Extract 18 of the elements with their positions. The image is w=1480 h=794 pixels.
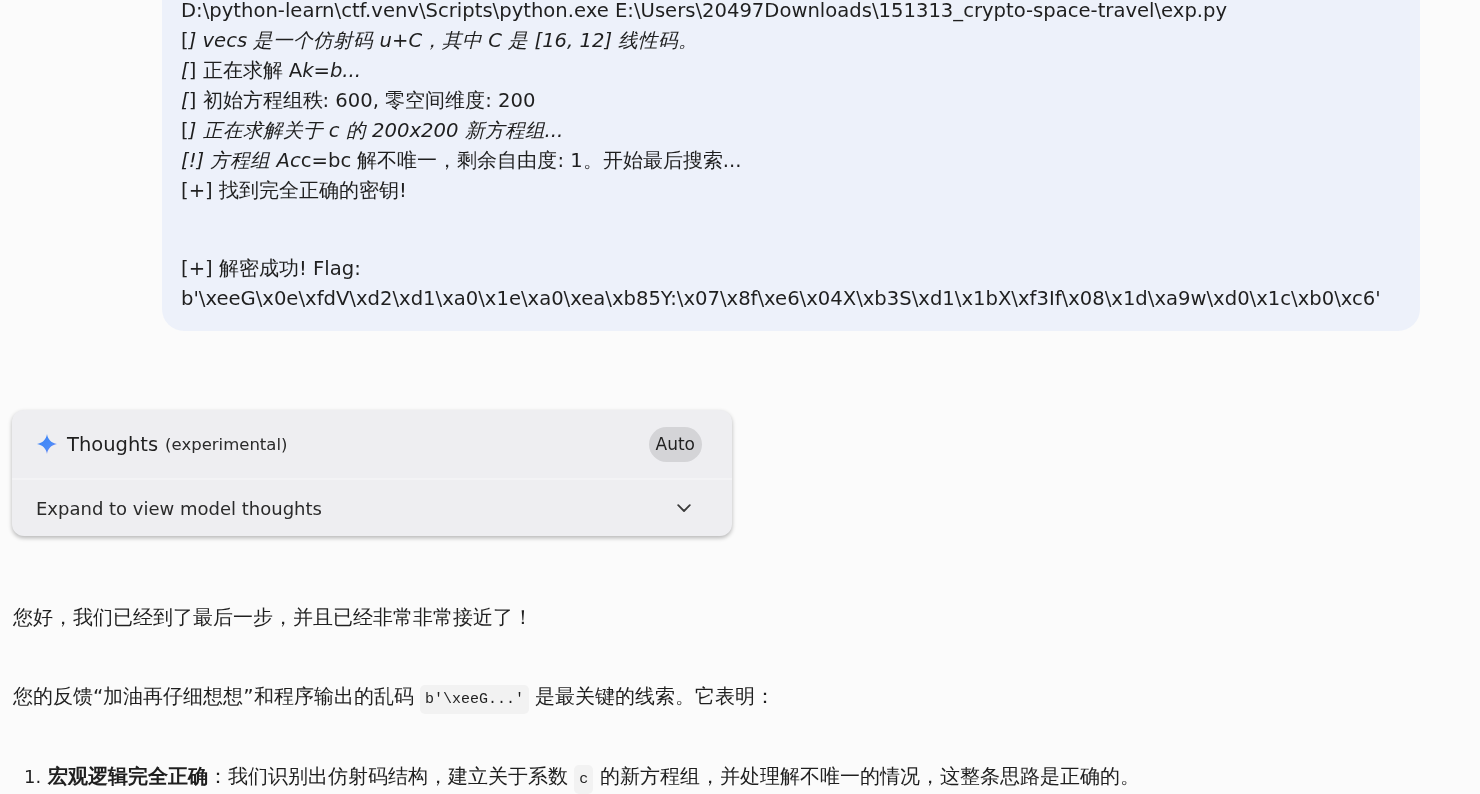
output-line: b'\xeeG\x0e\xfdV\xd2\xd1\xa0\x1e\xa0\xea\xb85Y:\x07\x8f\xe6\x04X\xb3S\xd1\x1bX\xf3If\x08\x1d\xa9w\xd0\x1c\xb0\xc6' [181,286,1381,312]
output-line: [] 正在求解 Ak=b... [181,58,362,84]
paragraph: 您的反馈“加油再仔细想想”和程序输出的乱码 b'\xeeG...' 是最关键的线索。它表明： [13,681,776,715]
panel-title: Thoughts [67,432,159,456]
output-line: [] 正在求解关于 c 的 200x200 新方程组... [181,118,564,144]
output-line: [!] 方程组 Acc=bc 解不唯一，剩余自由度: 1。开始最后搜索... [181,148,742,174]
output-line: [+] 解密成功! Flag: [181,256,361,282]
output-line: [] vecs 是一个仿射码 u+C，其中 C 是 [16, 12] 线性码。 [181,28,699,54]
list-number: 1. [24,765,43,789]
panel-subtitle: (experimental) [165,434,288,454]
output-line: [+] 找到完全正确的密钥! [181,178,407,204]
expand-toggle[interactable]: Expand to view model thoughts [12,480,732,536]
mode-button[interactable]: Auto [648,426,702,462]
paragraph: 您好，我们已经到了最后一步，并且已经非常非常接近了！ [13,604,533,631]
sparkle-icon [37,434,57,454]
output-line: [] 初始方程组秩: 600, 零空间维度: 200 [181,88,536,114]
output-line: D:\python-learn\ctf.venv\Scripts\python.exe E:\Users\20497Downloads\151313_crypto-space-travel\exp.py [181,0,1228,24]
list-item-text: 宏观逻辑完全正确：我们识别出仿射码结构，建立关于系数 c 的新方程组，并处理解不唯一的情况，这整条思路是正确的。 [48,761,1140,794]
